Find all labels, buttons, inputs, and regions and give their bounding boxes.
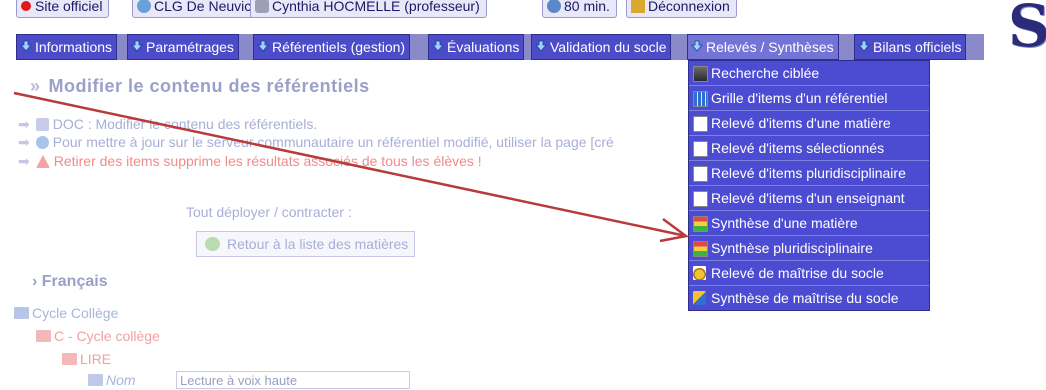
- warning-icon: [35, 155, 50, 168]
- site-officiel-link[interactable]: Site officiel: [16, 0, 110, 18]
- menu-parametrages[interactable]: Paramétrages: [127, 34, 239, 60]
- tree-level-domain[interactable]: C - Cycle collège: [36, 328, 160, 344]
- medal-synthesis-icon: [693, 291, 706, 305]
- down-arrow-icon: [257, 40, 269, 52]
- item-icon: [88, 374, 103, 386]
- menuitem-synthese-maitrise-socle[interactable]: Synthèse de maîtrise du socle: [689, 285, 929, 310]
- grid-icon: [693, 91, 708, 107]
- menuitem-releve-matiere[interactable]: Relevé d'items d'une matière: [689, 110, 929, 135]
- back-to-subjects-button[interactable]: Retour à la liste des matières: [196, 231, 416, 257]
- warning-line: ➡ Retirer des items supprime les résultat…: [18, 153, 482, 169]
- folder-icon: [36, 330, 51, 342]
- subject-heading[interactable]: › Français: [32, 273, 108, 291]
- down-arrow-icon: [432, 40, 444, 52]
- page-content: » Modifier le contenu des référentiels ➡ D…: [0, 60, 688, 389]
- menu-evaluations[interactable]: Évaluations: [428, 34, 525, 60]
- arrow-right-icon: ➡: [18, 116, 30, 132]
- document-icon: [693, 191, 708, 207]
- doc-icon: [35, 118, 49, 131]
- page-title: » Modifier le contenu des référentiels: [30, 76, 370, 96]
- user-badge: Cynthia HOCMELLE (professeur): [250, 0, 487, 18]
- etablissement-badge: CLG De Neuvic: [132, 0, 259, 18]
- releves-syntheses-dropdown: Recherche ciblée Grille d'items d'un réf…: [688, 60, 930, 311]
- info-icon: [35, 136, 49, 149]
- down-arrow-icon: [691, 40, 703, 52]
- menu-referentiels[interactable]: Référentiels (gestion): [253, 34, 411, 60]
- medal-icon: [693, 266, 706, 280]
- school-icon: [137, 0, 151, 13]
- menuitem-synthese-pluridisciplinaire[interactable]: Synthèse pluridisciplinaire: [689, 235, 929, 260]
- menuitem-releve-maitrise-socle[interactable]: Relevé de maîtrise du socle: [689, 260, 929, 285]
- menuitem-recherche-ciblee[interactable]: Recherche ciblée: [689, 61, 929, 85]
- menuitem-releve-pluridisciplinaire[interactable]: Relevé d'items pluridisciplinaire: [689, 160, 929, 185]
- main-menu: Informations Paramétrages Référentiels (…: [16, 34, 984, 60]
- tree-level-theme[interactable]: LIRE: [62, 351, 111, 367]
- down-arrow-icon: [20, 40, 32, 52]
- folder-icon: [62, 353, 77, 365]
- menu-releves-syntheses[interactable]: Relevés / Synthèses: [687, 34, 839, 60]
- down-arrow-icon: [535, 40, 547, 52]
- document-icon: [693, 166, 708, 182]
- logout-button[interactable]: Déconnexion: [626, 0, 737, 18]
- info-line: ➡ Pour mettre à jour sur le serveur commu…: [18, 134, 614, 150]
- document-icon: [693, 116, 708, 132]
- door-icon: [631, 0, 645, 13]
- sacoche-logo: S: [1008, 0, 1046, 60]
- menuitem-synthese-matiere[interactable]: Synthèse d'une matière: [689, 210, 929, 235]
- back-arrow-icon: [205, 237, 220, 251]
- doc-line[interactable]: ➡ DOC : Modifier le contenu des référenti…: [18, 116, 317, 133]
- chevron-right-icon: ›: [32, 273, 38, 290]
- search-icon: [693, 66, 708, 82]
- site-icon: [21, 1, 31, 11]
- top-status-bar: Site officiel CLG De Neuvic Cynthia HOCM…: [0, 0, 1000, 30]
- tree-level-cycle[interactable]: Cycle Collège: [14, 305, 118, 321]
- menu-validation-socle[interactable]: Validation du socle: [531, 34, 672, 60]
- menuitem-releve-enseignant[interactable]: Relevé d'items d'un enseignant: [689, 185, 929, 210]
- double-chevron-icon: »: [30, 76, 41, 96]
- menuitem-grille-items[interactable]: Grille d'items d'un référentiel: [689, 85, 929, 110]
- synthesis-icon: [693, 216, 708, 232]
- folder-icon: [14, 307, 29, 319]
- down-arrow-icon: [858, 40, 870, 52]
- menu-bilans-officiels[interactable]: Bilans officiels: [854, 34, 967, 60]
- deploy-label: Tout déployer / contracter :: [186, 204, 352, 220]
- arrow-right-icon: ➡: [18, 153, 30, 169]
- menuitem-releve-selectionnes[interactable]: Relevé d'items sélectionnés: [689, 135, 929, 160]
- tree-item-name: Nom: [88, 372, 136, 388]
- session-timer[interactable]: 80 min.: [542, 0, 617, 18]
- menu-informations[interactable]: Informations: [16, 34, 118, 60]
- user-icon: [255, 0, 269, 13]
- arrow-right-icon: ➡: [18, 134, 30, 150]
- synthesis-icon: [693, 241, 708, 257]
- document-icon: [693, 141, 708, 157]
- item-name-field[interactable]: Lecture à voix haute: [176, 371, 410, 389]
- down-arrow-icon: [131, 40, 143, 52]
- clock-icon: [547, 0, 561, 13]
